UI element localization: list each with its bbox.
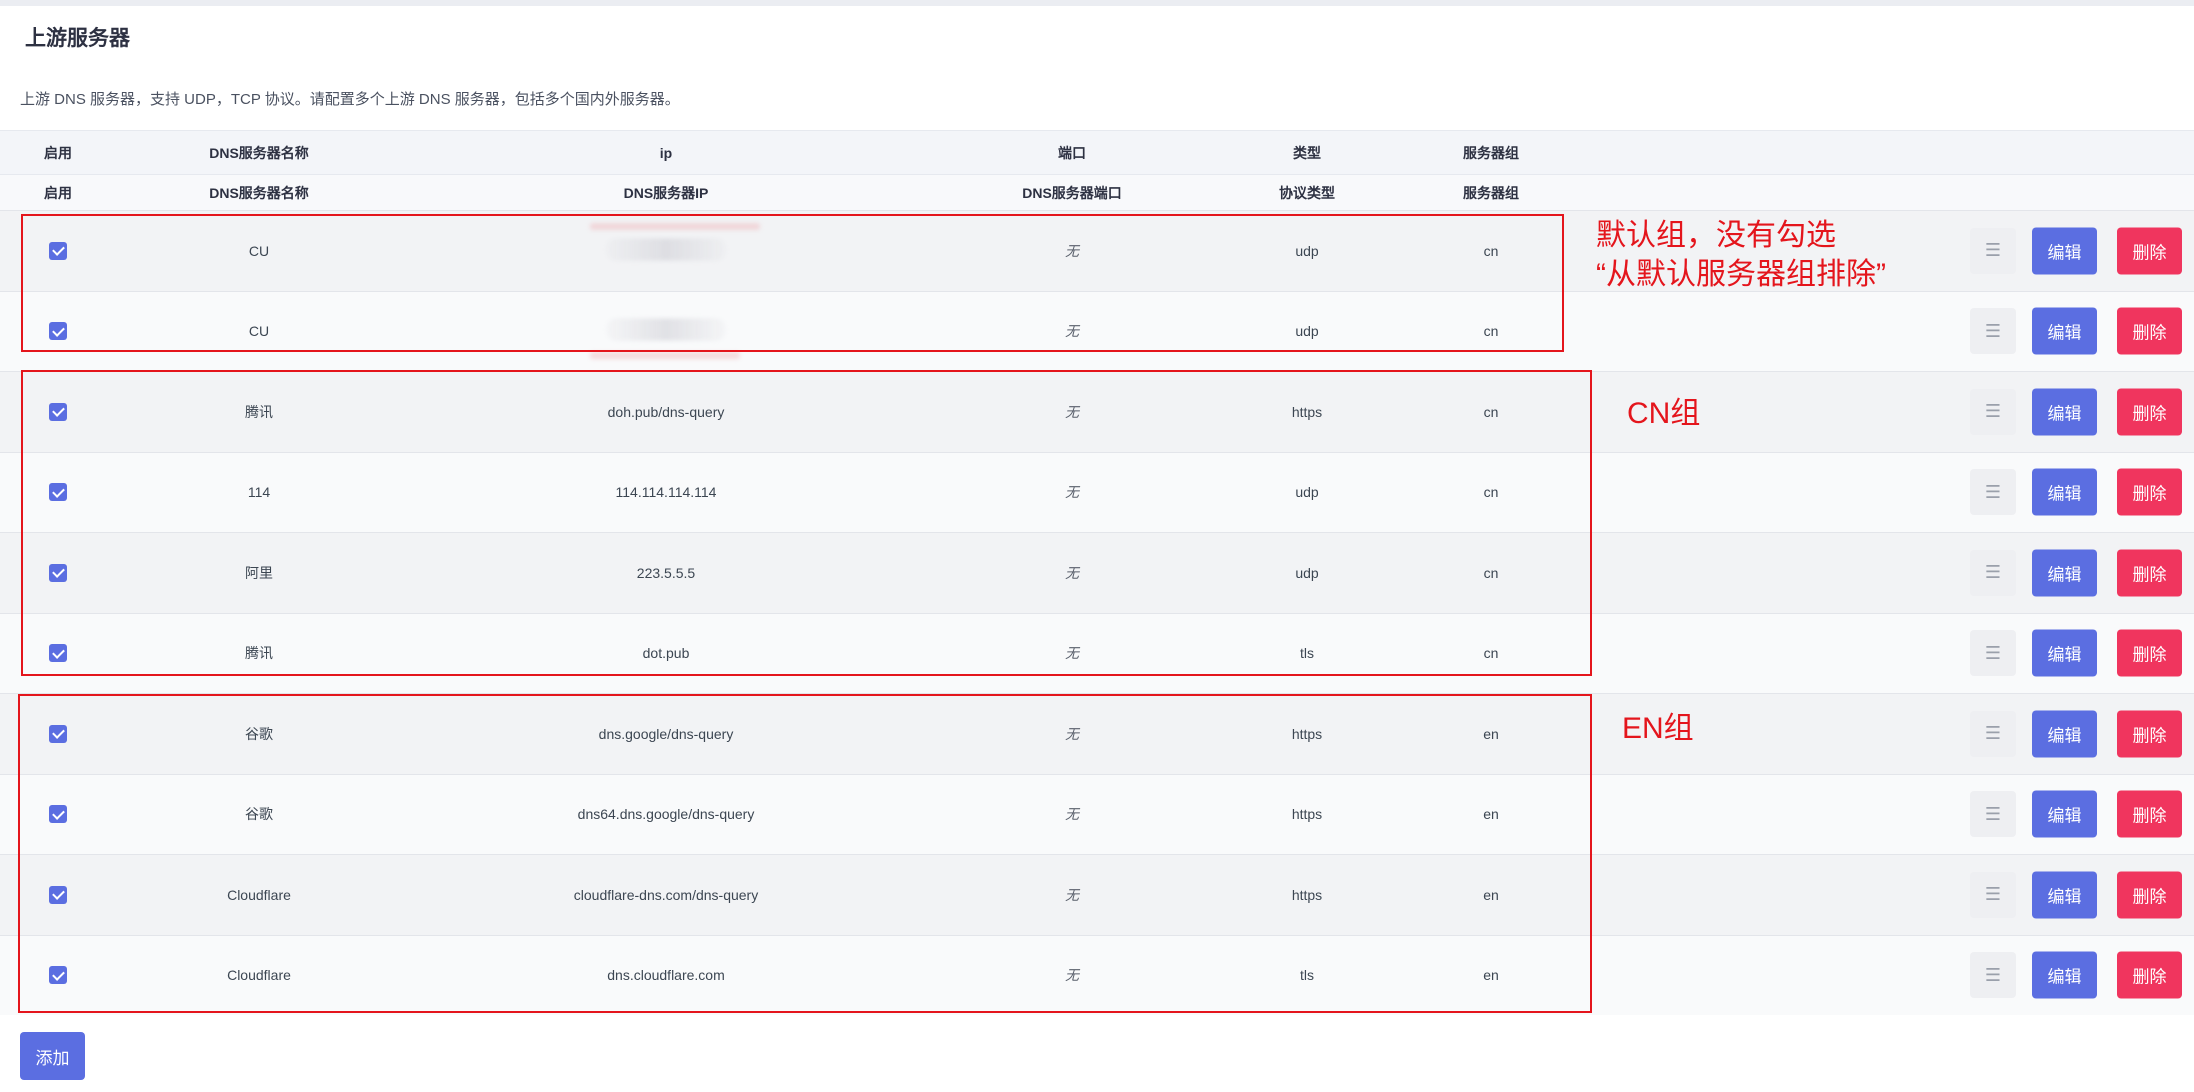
table-header-secondary: 启用 DNS服务器名称 DNS服务器IP DNS服务器端口 协议类型 服务器组 bbox=[0, 174, 2194, 210]
drag-handle-button[interactable]: ☰ bbox=[1970, 952, 2016, 999]
delete-button[interactable]: 删除 bbox=[2117, 710, 2182, 758]
annotation-box-cn-group bbox=[21, 370, 1592, 676]
delete-button[interactable]: 删除 bbox=[2117, 629, 2182, 677]
drag-handle-button[interactable]: ☰ bbox=[1970, 388, 2016, 435]
edit-button[interactable]: 编辑 bbox=[2032, 227, 2097, 275]
annotation-cn-group: CN组 bbox=[1627, 397, 1701, 430]
hamburger-icon: ☰ bbox=[1984, 562, 2002, 583]
edit-button[interactable]: 编辑 bbox=[2032, 710, 2097, 758]
delete-button[interactable]: 删除 bbox=[2117, 790, 2182, 838]
subheader-group: 服务器组 bbox=[1463, 184, 1519, 201]
hamburger-icon: ☰ bbox=[1984, 481, 2002, 502]
header-type: 类型 bbox=[1293, 144, 1321, 161]
delete-button[interactable]: 删除 bbox=[2117, 549, 2182, 597]
header-ip: ip bbox=[659, 144, 673, 161]
table-header-primary: 启用 DNS服务器名称 ip 端口 类型 服务器组 bbox=[0, 130, 2194, 174]
edit-button[interactable]: 编辑 bbox=[2032, 951, 2097, 999]
drag-handle-button[interactable]: ☰ bbox=[1970, 549, 2016, 596]
top-bar bbox=[0, 0, 2194, 6]
subheader-type: 协议类型 bbox=[1279, 184, 1335, 201]
annotation-default-group-line2: “从默认服务器组排除” bbox=[1596, 258, 1886, 291]
drag-handle-button[interactable]: ☰ bbox=[1970, 791, 2016, 838]
subheader-enable: 启用 bbox=[44, 184, 72, 201]
delete-button[interactable]: 删除 bbox=[2117, 871, 2182, 919]
edit-button[interactable]: 编辑 bbox=[2032, 388, 2097, 436]
delete-button[interactable]: 删除 bbox=[2117, 468, 2182, 516]
edit-button[interactable]: 编辑 bbox=[2032, 468, 2097, 516]
header-group: 服务器组 bbox=[1463, 144, 1519, 161]
drag-handle-button[interactable]: ☰ bbox=[1970, 871, 2016, 918]
hamburger-icon: ☰ bbox=[1984, 964, 2002, 985]
edit-button[interactable]: 编辑 bbox=[2032, 629, 2097, 677]
page-title: 上游服务器 bbox=[25, 27, 130, 50]
drag-handle-button[interactable]: ☰ bbox=[1970, 227, 2016, 274]
subheader-name: DNS服务器名称 bbox=[209, 184, 309, 201]
delete-button[interactable]: 删除 bbox=[2117, 388, 2182, 436]
delete-button[interactable]: 删除 bbox=[2117, 951, 2182, 999]
delete-button[interactable]: 删除 bbox=[2117, 227, 2182, 275]
hamburger-icon: ☰ bbox=[1984, 803, 2002, 824]
subheader-port: DNS服务器端口 bbox=[1022, 184, 1122, 201]
drag-handle-button[interactable]: ☰ bbox=[1970, 710, 2016, 757]
hamburger-icon: ☰ bbox=[1984, 320, 2002, 341]
annotation-default-group-line1: 默认组，没有勾选 bbox=[1596, 219, 1836, 252]
header-enable: 启用 bbox=[44, 144, 72, 161]
hamburger-icon: ☰ bbox=[1984, 401, 2002, 422]
edit-button[interactable]: 编辑 bbox=[2032, 307, 2097, 355]
drag-handle-button[interactable]: ☰ bbox=[1970, 630, 2016, 677]
edit-button[interactable]: 编辑 bbox=[2032, 871, 2097, 919]
hamburger-icon: ☰ bbox=[1984, 884, 2002, 905]
header-name: DNS服务器名称 bbox=[209, 144, 309, 161]
hamburger-icon: ☰ bbox=[1984, 240, 2002, 261]
annotation-en-group: EN组 bbox=[1622, 712, 1694, 745]
add-server-button[interactable]: 添加 bbox=[20, 1032, 85, 1080]
annotation-default-group: 默认组，没有勾选 “从默认服务器组排除” bbox=[1596, 216, 1886, 294]
drag-handle-button[interactable]: ☰ bbox=[1970, 469, 2016, 516]
header-port: 端口 bbox=[1058, 144, 1086, 161]
page-description: 上游 DNS 服务器，支持 UDP，TCP 协议。请配置多个上游 DNS 服务器… bbox=[20, 91, 680, 108]
edit-button[interactable]: 编辑 bbox=[2032, 790, 2097, 838]
hamburger-icon: ☰ bbox=[1984, 642, 2002, 663]
annotation-box-en-group bbox=[18, 694, 1592, 1013]
annotation-box-default-group bbox=[21, 214, 1564, 352]
redaction-mark bbox=[590, 351, 740, 359]
drag-handle-button[interactable]: ☰ bbox=[1970, 308, 2016, 355]
hamburger-icon: ☰ bbox=[1984, 723, 2002, 744]
edit-button[interactable]: 编辑 bbox=[2032, 549, 2097, 597]
delete-button[interactable]: 删除 bbox=[2117, 307, 2182, 355]
subheader-ip: DNS服务器IP bbox=[623, 184, 709, 201]
